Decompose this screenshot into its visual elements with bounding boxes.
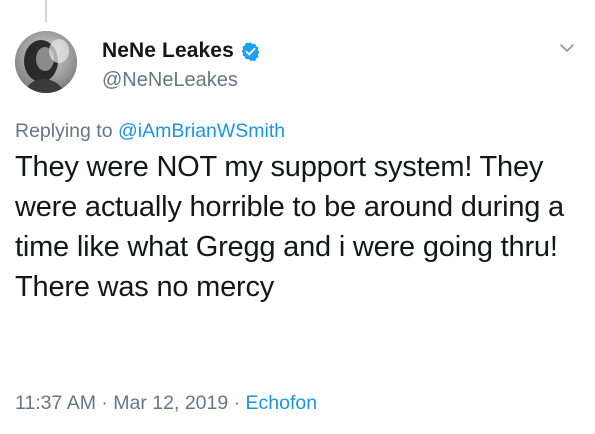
- tweet-source-link[interactable]: Echofon: [246, 392, 318, 414]
- thread-connector-line: [45, 0, 47, 22]
- meta-separator: ·: [101, 392, 108, 414]
- replying-to-line: Replying to @iAmBrianWSmith: [15, 120, 285, 143]
- tweet-date[interactable]: Mar 12, 2019: [113, 392, 228, 414]
- author-handle[interactable]: @NeNeLeakes: [102, 69, 238, 92]
- tweet-time[interactable]: 11:37 AM: [15, 392, 96, 414]
- author-name-row[interactable]: NeNe Leakes: [102, 39, 261, 63]
- tweet-meta: 11:37 AM · Mar 12, 2019 · Echofon: [15, 392, 317, 415]
- chevron-down-icon[interactable]: [557, 38, 577, 58]
- tweet-text: They were NOT my support system! They we…: [15, 151, 564, 303]
- tweet-card: NeNe Leakes @NeNeLeakes Replying to @iAm…: [0, 0, 595, 434]
- meta-separator: ·: [233, 392, 241, 414]
- author-display-name[interactable]: NeNe Leakes: [102, 39, 234, 63]
- verified-badge-icon: [240, 41, 261, 62]
- avatar[interactable]: [15, 31, 77, 93]
- replying-to-prefix: Replying to: [15, 120, 113, 142]
- avatar-photo-icon: [15, 31, 77, 93]
- reply-mention-link[interactable]: @iAmBrianWSmith: [118, 120, 285, 142]
